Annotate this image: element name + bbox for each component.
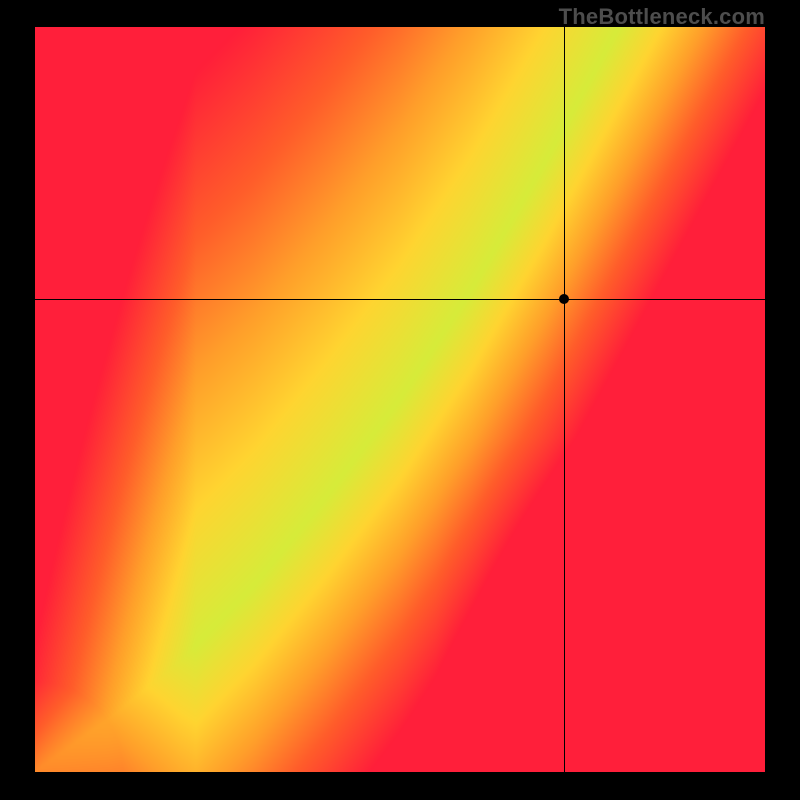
chart-frame: TheBottleneck.com (0, 0, 800, 800)
heatmap-plot (35, 27, 765, 772)
heatmap-canvas (35, 27, 765, 772)
data-point-marker (559, 294, 569, 304)
crosshair-vertical (564, 27, 565, 772)
crosshair-horizontal (35, 299, 765, 300)
